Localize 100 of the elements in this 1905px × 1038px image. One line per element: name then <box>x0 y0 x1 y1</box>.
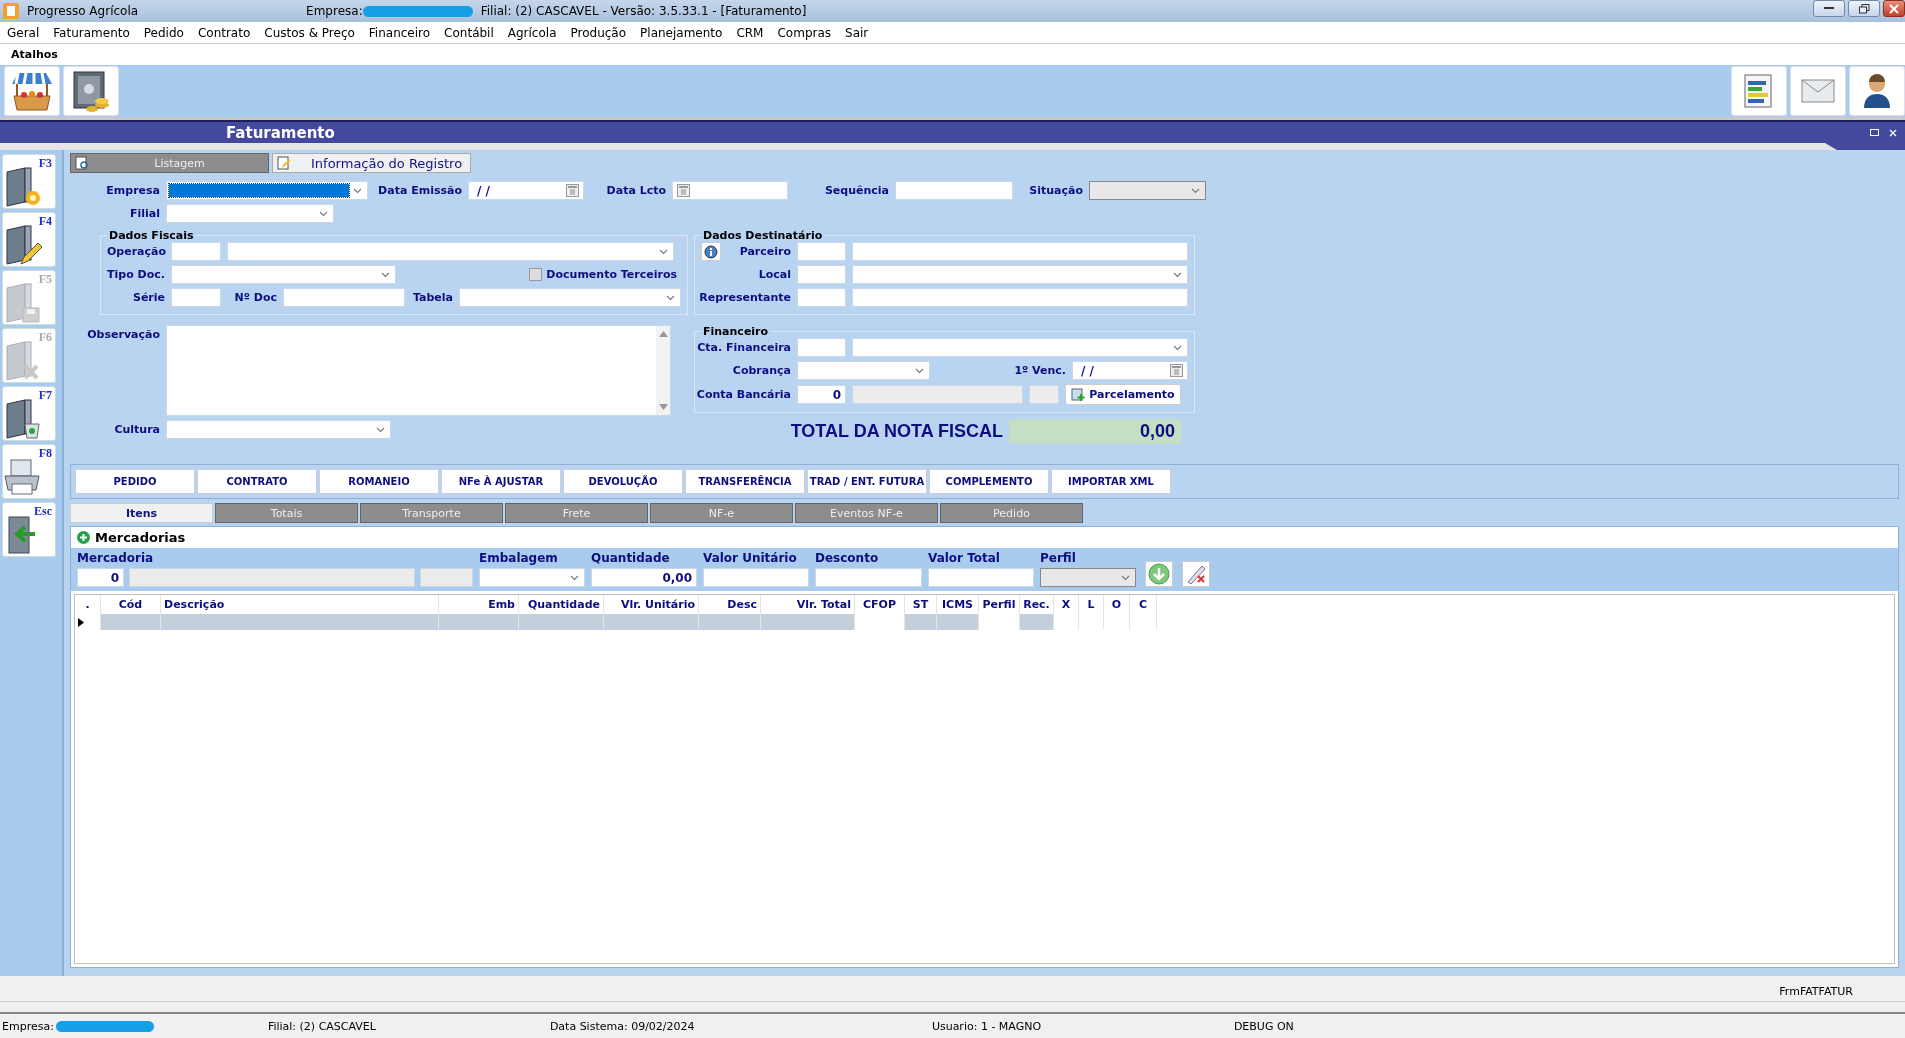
table-cell <box>1020 614 1054 630</box>
toolbar-button[interactable]: F3 <box>2 154 56 209</box>
input-field[interactable] <box>895 181 1013 200</box>
input-field[interactable] <box>703 568 809 587</box>
checkbox[interactable]: Documento Terceiros <box>529 268 677 281</box>
field-label: Filial <box>128 207 160 220</box>
maximize-icon[interactable] <box>1870 128 1879 137</box>
close-icon <box>1889 3 1899 14</box>
shortcut-button[interactable] <box>1731 66 1787 116</box>
operation-select[interactable] <box>227 242 674 261</box>
input-field[interactable] <box>171 242 221 261</box>
toolbar-button[interactable]: Esc <box>2 502 56 557</box>
action-button[interactable]: DEVOLUÇÃO <box>563 469 683 494</box>
tab[interactable]: Informação do Registro <box>272 153 471 173</box>
shortcut-button[interactable] <box>63 66 119 116</box>
date-field[interactable]: / / <box>1072 361 1188 380</box>
menu-item[interactable]: Planejamento <box>640 25 723 40</box>
menu-item[interactable]: Produção <box>570 25 627 40</box>
action-button[interactable]: TRANSFERÊNCIA <box>685 469 805 494</box>
input-field[interactable] <box>797 288 846 307</box>
input-field[interactable] <box>283 288 405 307</box>
packaging-select[interactable] <box>479 568 585 587</box>
calendar-icon[interactable] <box>1170 364 1183 377</box>
close-button[interactable] <box>1883 0 1905 17</box>
billing-select[interactable] <box>797 361 930 380</box>
menu-item[interactable]: Contábil <box>444 25 494 40</box>
action-button[interactable]: NFe À AJUSTAR <box>441 469 561 494</box>
input-field[interactable]: 0 <box>797 385 846 404</box>
shortcut-button[interactable] <box>4 66 60 116</box>
shortcut-button[interactable] <box>1849 66 1905 116</box>
group-title: Financeiro <box>702 325 770 338</box>
toolbar-button[interactable]: F8 <box>2 444 56 499</box>
field-label: Parceiro <box>739 245 791 258</box>
menu-item[interactable]: CRM <box>736 25 764 40</box>
minimize-button[interactable] <box>1813 0 1845 17</box>
input-field[interactable] <box>928 568 1034 587</box>
action-button[interactable]: CONTRATO <box>197 469 317 494</box>
book-floppy-disk-icon <box>3 282 43 324</box>
input-field[interactable] <box>815 568 922 587</box>
column-header[interactable]: O <box>1104 595 1130 614</box>
action-button[interactable]: TRAD / ENT. FUTURA <box>807 469 927 494</box>
calendar-icon[interactable] <box>677 184 690 197</box>
menu-item[interactable]: Faturamento <box>53 25 130 40</box>
input-field[interactable] <box>852 288 1188 307</box>
title-empresa-label: Empresa: <box>306 4 363 18</box>
menu-item[interactable]: Contrato <box>197 25 251 40</box>
account-select[interactable] <box>852 338 1188 357</box>
document-pencil-icon <box>277 156 291 170</box>
menu-item[interactable]: Agrícola <box>507 25 557 40</box>
menu-item[interactable]: Financeiro <box>368 25 431 40</box>
date-field[interactable]: / / <box>468 181 584 200</box>
tab[interactable]: Itens <box>70 503 213 523</box>
close-icon[interactable] <box>1889 128 1897 137</box>
column-header[interactable]: X <box>1054 595 1079 614</box>
document-type-select[interactable] <box>171 265 396 284</box>
menu-item[interactable]: Sair <box>845 25 869 40</box>
scroll-down-icon[interactable] <box>658 404 668 410</box>
scroll-up-icon[interactable] <box>658 331 668 337</box>
input-field[interactable]: 0,00 <box>591 568 697 587</box>
calendar-icon[interactable] <box>566 184 579 197</box>
crop-select[interactable] <box>166 420 391 439</box>
field-label: Sequência <box>823 184 889 197</box>
input-field[interactable] <box>797 338 846 357</box>
toolbar-button[interactable]: F7 <box>2 386 56 441</box>
column-header[interactable]: L <box>1079 595 1104 614</box>
menu-item[interactable]: Geral <box>7 25 40 40</box>
input-field[interactable] <box>797 265 846 284</box>
column-header[interactable]: C <box>1130 595 1157 614</box>
toolbar-button[interactable]: F4 <box>2 212 56 267</box>
action-button[interactable]: PEDIDO <box>75 469 195 494</box>
input-field[interactable] <box>797 242 846 261</box>
location-select[interactable] <box>852 265 1188 284</box>
menu-item[interactable]: Pedido <box>143 25 184 40</box>
column-header[interactable]: . <box>75 595 101 614</box>
column-header[interactable]: Perfil <box>979 595 1020 614</box>
action-button[interactable]: ROMANEIO <box>319 469 439 494</box>
table-select[interactable] <box>459 288 681 307</box>
confirm-button[interactable] <box>1145 561 1173 587</box>
input-field[interactable]: 0 <box>77 568 124 587</box>
menu-item[interactable]: Compras <box>777 25 832 40</box>
total-value: 0,00 <box>1009 419 1181 444</box>
scrollbar[interactable] <box>656 326 670 415</box>
add-icon[interactable] <box>77 531 90 544</box>
panel-title: Mercadorias <box>95 530 186 545</box>
form-name: FrmFATFATUR <box>1779 984 1853 998</box>
date-field[interactable] <box>672 181 788 200</box>
column-header[interactable]: CFOP <box>855 595 905 614</box>
field-label: Tipo Doc. <box>107 268 165 281</box>
info-button[interactable] <box>701 242 721 261</box>
empresa-select[interactable] <box>166 181 368 200</box>
clear-button[interactable] <box>1182 561 1210 587</box>
action-button[interactable]: COMPLEMENTO <box>929 469 1049 494</box>
installments-button[interactable]: Parcelamento <box>1065 384 1181 405</box>
menu-item[interactable]: Custos & Preço <box>264 25 355 40</box>
text-area[interactable] <box>166 325 671 416</box>
input-field[interactable] <box>171 288 221 307</box>
input-field[interactable] <box>852 242 1188 261</box>
safe-icon <box>70 69 112 113</box>
action-button[interactable]: IMPORTAR XML <box>1051 469 1171 494</box>
restore-button[interactable] <box>1848 0 1880 17</box>
